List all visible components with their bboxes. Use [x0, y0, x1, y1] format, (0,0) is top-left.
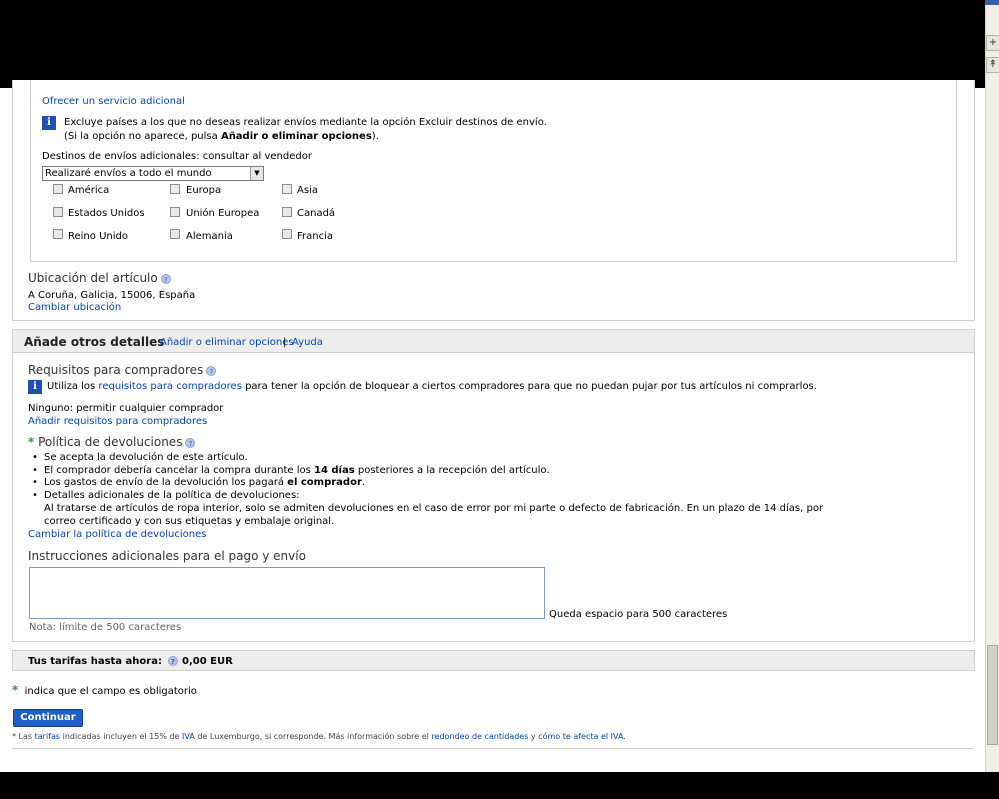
- header-separator: |: [283, 337, 287, 348]
- checkbox-label-america: América: [68, 185, 110, 196]
- footer-divider: [12, 748, 974, 749]
- details-header-title: Añade otros detalles: [24, 335, 165, 349]
- vertical-scrollbar[interactable]: + ↟: [985, 5, 999, 772]
- checkbox-label-alemania: Alemania: [186, 231, 233, 242]
- pin-icon[interactable]: ↟: [986, 57, 999, 73]
- return-policy-detail-line2: correo certificado y con sus etiquetas y…: [44, 516, 335, 527]
- list-item: Se acepta la devolución de este artículo…: [32, 452, 550, 465]
- iva-link[interactable]: IVA: [182, 732, 195, 741]
- offer-additional-service-link[interactable]: Ofrecer un servicio adicional: [42, 96, 185, 107]
- checkbox-union-europea[interactable]: [170, 207, 180, 217]
- list-item: El comprador debería cancelar la compra …: [32, 465, 550, 478]
- help-icon[interactable]: ?: [167, 656, 178, 666]
- remaining-characters: Queda espacio para 500 caracteres: [549, 609, 728, 620]
- required-star: *: [12, 683, 19, 697]
- help-icon[interactable]: ?: [185, 437, 196, 448]
- checkbox-reino-unido[interactable]: [53, 229, 63, 239]
- scrollbar-thumb[interactable]: [987, 645, 998, 745]
- additional-instructions-textarea[interactable]: [29, 567, 545, 619]
- checkbox-label-europa: Europa: [186, 185, 222, 196]
- change-location-link[interactable]: Cambiar ubicación: [28, 302, 121, 313]
- checkbox-label-reino-unido: Reino Unido: [68, 231, 128, 242]
- list-item: Detalles adicionales de la política de d…: [32, 490, 550, 503]
- help-link[interactable]: Ayuda: [292, 337, 323, 348]
- buyer-requirements-title: Requisitos para compradores?: [28, 363, 217, 377]
- buyer-requirements-value: Ninguno: permitir cualquier comprador: [28, 403, 224, 414]
- item-location-value: A Coruña, Galicia, 15006, España: [28, 290, 196, 301]
- checkbox-label-canada: Canadá: [297, 208, 336, 219]
- return-policy-detail-line1: Al tratarse de artículos de ropa interio…: [44, 503, 824, 514]
- redacted-bottom-area: [0, 772, 999, 799]
- checkbox-label-francia: Francia: [297, 231, 334, 242]
- rounding-link[interactable]: redondeo de cantidades: [431, 732, 528, 741]
- buyer-requirements-inline-link[interactable]: requisitos para compradores: [98, 381, 241, 392]
- continue-button[interactable]: Continuar: [13, 709, 83, 727]
- checkbox-label-asia: Asia: [297, 185, 318, 196]
- checkbox-alemania[interactable]: [170, 229, 180, 239]
- checkbox-canada[interactable]: [282, 207, 292, 217]
- checkbox-label-estados-unidos: Estados Unidos: [68, 208, 145, 219]
- destinations-select[interactable]: Realizaré envíos a todo el mundo ▼: [42, 166, 264, 181]
- checkbox-america[interactable]: [53, 184, 63, 194]
- help-icon[interactable]: ?: [160, 273, 171, 284]
- add-remove-options-link[interactable]: Añadir o eliminar opciones: [160, 337, 294, 348]
- exclude-info-line2: (Si la opción no aparece, pulsa Añadir o…: [64, 131, 379, 142]
- chevron-down-icon: ▼: [250, 167, 263, 180]
- character-limit-note: Nota: límite de 500 caracteres: [29, 622, 182, 633]
- tarifas-link[interactable]: tarifas: [35, 732, 60, 741]
- vat-effect-link[interactable]: cómo te afecta el IVA: [538, 732, 623, 741]
- list-item: Los gastos de envío de la devolución los…: [32, 477, 550, 490]
- destinations-label: Destinos de envíos adicionales: consulta…: [42, 151, 312, 162]
- checkbox-asia[interactable]: [282, 184, 292, 194]
- checkbox-label-union-europea: Unión Europea: [186, 208, 260, 219]
- vat-footnote: * Las tarifas indicadas incluyen el 15% …: [12, 732, 626, 741]
- info-icon: i: [42, 116, 56, 130]
- redacted-top-area: [0, 0, 985, 88]
- help-icon[interactable]: ?: [206, 365, 217, 376]
- destinations-select-value: Realizaré envíos a todo el mundo: [45, 168, 212, 179]
- fees-label: Tus tarifas hasta ahora:?: [28, 656, 178, 667]
- change-return-policy-link[interactable]: Cambiar la política de devoluciones: [28, 529, 206, 540]
- buyer-requirements-info: Utiliza los requisitos para compradores …: [47, 381, 817, 392]
- checkbox-estados-unidos[interactable]: [53, 207, 63, 217]
- required-field-note: * indica que el campo es obligatorio: [12, 683, 197, 697]
- add-icon[interactable]: +: [986, 35, 999, 51]
- return-policy-title: * Política de devoluciones?: [28, 435, 196, 449]
- item-location-title: Ubicación del artículo?: [28, 271, 171, 285]
- info-icon: i: [28, 380, 42, 394]
- fees-value: 0,00 EUR: [182, 656, 233, 667]
- exclude-info-line1: Excluye países a los que no deseas reali…: [64, 117, 547, 128]
- checkbox-francia[interactable]: [282, 229, 292, 239]
- additional-instructions-title: Instrucciones adicionales para el pago y…: [28, 549, 306, 563]
- return-policy-list: Se acepta la devolución de este artículo…: [30, 452, 550, 503]
- checkbox-europa[interactable]: [170, 184, 180, 194]
- add-buyer-requirements-link[interactable]: Añadir requisitos para compradores: [28, 416, 207, 427]
- required-star: *: [28, 435, 35, 449]
